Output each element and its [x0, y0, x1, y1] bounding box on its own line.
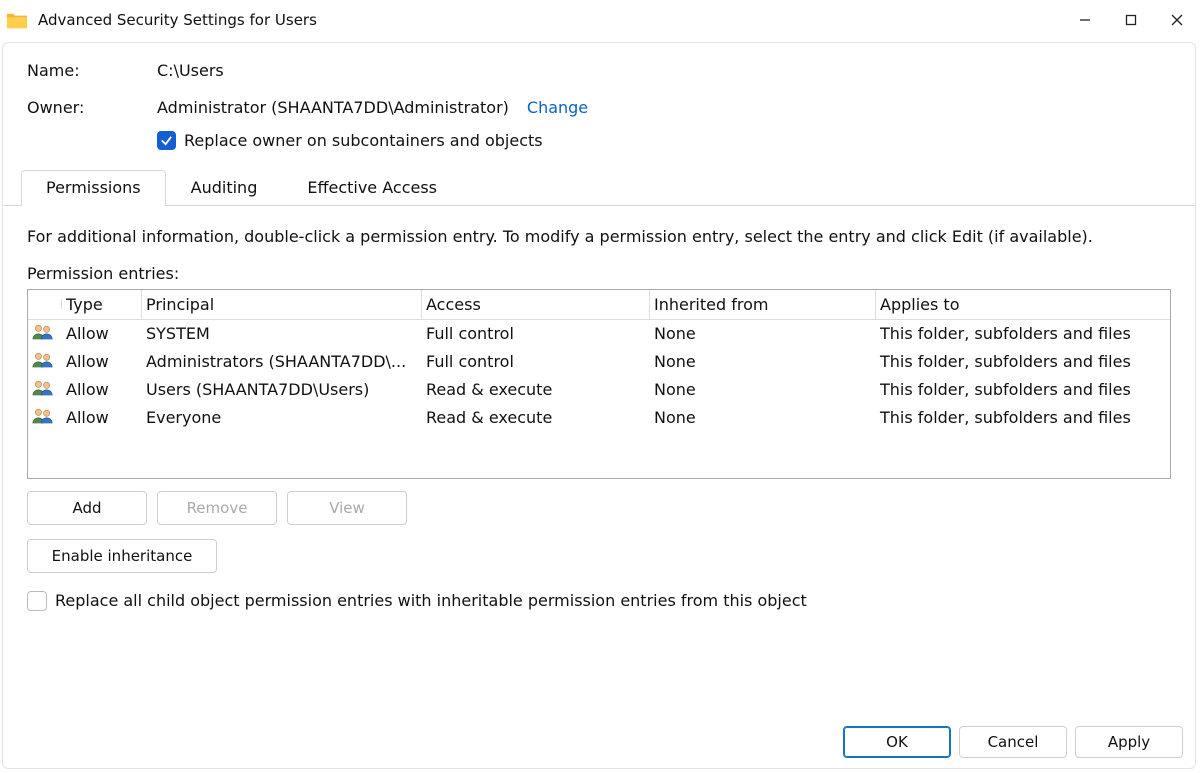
- cell-type: Allow: [62, 405, 142, 430]
- permission-entries-rows: AllowSYSTEMFull controlNoneThis folder, …: [28, 320, 1170, 432]
- close-button[interactable]: [1154, 0, 1200, 40]
- title-bar: Advanced Security Settings for Users: [0, 0, 1200, 40]
- permission-entries-box: Type Principal Access Inherited from App…: [27, 289, 1171, 479]
- permission-entry[interactable]: AllowAdministrators (SHAANTA7DD\...Full …: [28, 348, 1170, 376]
- permission-entry[interactable]: AllowSYSTEMFull controlNoneThis folder, …: [28, 320, 1170, 348]
- cell-principal: Everyone: [142, 405, 422, 430]
- owner-value: Administrator (SHAANTA7DD\Administrator): [157, 98, 509, 117]
- cell-applies: This folder, subfolders and files: [876, 321, 1170, 346]
- apply-button[interactable]: Apply: [1075, 726, 1183, 758]
- owner-label: Owner:: [27, 98, 157, 117]
- permission-entry[interactable]: AllowEveryoneRead & executeNoneThis fold…: [28, 404, 1170, 432]
- cell-applies: This folder, subfolders and files: [876, 349, 1170, 374]
- change-owner-link[interactable]: Change: [527, 98, 588, 117]
- header-section: Name: C:\Users Owner: Administrator (SHA…: [3, 61, 1195, 162]
- permission-entry[interactable]: AllowUsers (SHAANTA7DD\Users)Read & exec…: [28, 376, 1170, 404]
- enable-inheritance-button[interactable]: Enable inheritance: [27, 539, 217, 573]
- col-type[interactable]: Type: [62, 290, 142, 319]
- add-button[interactable]: Add: [27, 491, 147, 525]
- permission-entries-header-row: Type Principal Access Inherited from App…: [28, 290, 1170, 320]
- folder-icon: [6, 11, 28, 29]
- cell-inherited: None: [650, 377, 876, 402]
- tab-effective-access[interactable]: Effective Access: [282, 170, 462, 206]
- group-icon: [28, 404, 62, 432]
- cell-principal: SYSTEM: [142, 321, 422, 346]
- col-principal[interactable]: Principal: [142, 290, 422, 319]
- name-value: C:\Users: [157, 61, 224, 80]
- name-label: Name:: [27, 61, 157, 80]
- group-icon: [28, 348, 62, 376]
- group-icon: [28, 320, 62, 348]
- cell-applies: This folder, subfolders and files: [876, 405, 1170, 430]
- owner-row: Owner: Administrator (SHAANTA7DD\Adminis…: [27, 98, 1171, 117]
- cell-principal: Users (SHAANTA7DD\Users): [142, 377, 422, 402]
- cell-inherited: None: [650, 321, 876, 346]
- cancel-button[interactable]: Cancel: [959, 726, 1067, 758]
- dialog-frame: Name: C:\Users Owner: Administrator (SHA…: [2, 42, 1196, 769]
- cell-access: Read & execute: [422, 405, 650, 430]
- tabstrip: Permissions Auditing Effective Access: [3, 170, 1195, 206]
- replace-owner-checkbox[interactable]: [157, 131, 176, 150]
- window-title: Advanced Security Settings for Users: [38, 11, 317, 29]
- permission-buttons-row: Add Remove View: [27, 491, 1171, 525]
- cell-type: Allow: [62, 321, 142, 346]
- cell-type: Allow: [62, 377, 142, 402]
- ok-button[interactable]: OK: [843, 726, 951, 758]
- replace-all-checkbox[interactable]: [27, 591, 47, 611]
- remove-button[interactable]: Remove: [157, 491, 277, 525]
- tab-auditing[interactable]: Auditing: [166, 170, 283, 206]
- col-applies[interactable]: Applies to: [876, 290, 1170, 319]
- tab-auditing-label: Auditing: [191, 178, 258, 197]
- window-controls: [1062, 0, 1200, 40]
- replace-owner-row[interactable]: Replace owner on subcontainers and objec…: [27, 131, 1171, 150]
- cell-applies: This folder, subfolders and files: [876, 377, 1170, 402]
- cell-access: Full control: [422, 321, 650, 346]
- replace-all-row[interactable]: Replace all child object permission entr…: [27, 591, 1171, 611]
- tab-effective-access-label: Effective Access: [307, 178, 437, 197]
- dialog-footer: OK Cancel Apply: [843, 726, 1183, 758]
- view-button[interactable]: View: [287, 491, 407, 525]
- cell-principal: Administrators (SHAANTA7DD\...: [142, 349, 422, 374]
- col-inherited[interactable]: Inherited from: [650, 290, 876, 319]
- replace-all-label: Replace all child object permission entr…: [55, 591, 807, 610]
- cell-inherited: None: [650, 349, 876, 374]
- cell-type: Allow: [62, 349, 142, 374]
- col-icon[interactable]: [28, 299, 62, 309]
- minimize-button[interactable]: [1062, 0, 1108, 40]
- maximize-button[interactable]: [1108, 0, 1154, 40]
- cell-inherited: None: [650, 405, 876, 430]
- group-icon: [28, 376, 62, 404]
- tab-permissions[interactable]: Permissions: [21, 170, 166, 206]
- replace-owner-label: Replace owner on subcontainers and objec…: [184, 131, 543, 150]
- permission-entries-label: Permission entries:: [27, 264, 1171, 283]
- permissions-tab-body: For additional information, double-click…: [3, 206, 1195, 611]
- tab-permissions-label: Permissions: [46, 178, 141, 197]
- cell-access: Full control: [422, 349, 650, 374]
- inheritance-row: Enable inheritance: [27, 539, 1171, 573]
- info-text: For additional information, double-click…: [27, 226, 1171, 248]
- cell-access: Read & execute: [422, 377, 650, 402]
- name-row: Name: C:\Users: [27, 61, 1171, 80]
- col-access[interactable]: Access: [422, 290, 650, 319]
